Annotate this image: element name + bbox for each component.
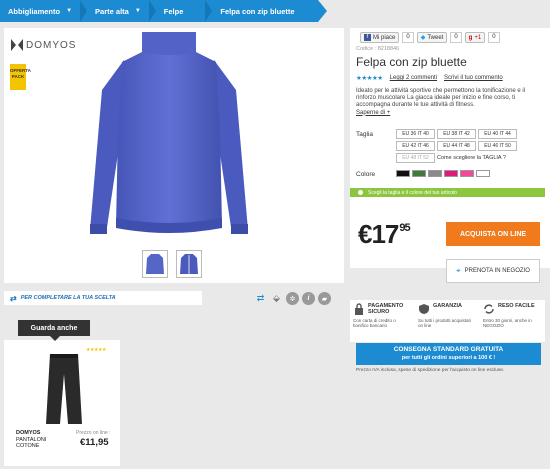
facebook-icon: f <box>364 34 371 41</box>
guarantee-warranty: GARANZIA Su tutti i prodotti acquistati … <box>418 303 471 329</box>
size-option-unavailable: EU 48 IT 52 <box>396 153 435 163</box>
brand-logo: DOMYOS <box>10 38 76 52</box>
size-selector: EU 36 IT 40 EU 38 IT 42 EU 40 IT 44 EU 4… <box>396 129 517 163</box>
color-swatch-grey[interactable] <box>428 170 442 177</box>
read-reviews-link[interactable]: Leggi 2 commenti <box>390 75 437 81</box>
reserve-in-store-button[interactable]: ⌖ PRENOTA IN NEGOZIO <box>446 259 540 283</box>
size-guide-link[interactable]: Come scegliere la TAGLIA ? <box>437 153 517 163</box>
tag-icon[interactable]: ⬙ <box>270 292 283 305</box>
guarantee-secure-payment: PAGAMENTO SICURO Con carta di credito o … <box>353 303 404 329</box>
color-swatch-white[interactable] <box>476 170 490 177</box>
google-plus-count: 0 <box>488 32 500 43</box>
product-page: Abbigliamento ▼ Parte alta ▼ Felpe Felpa… <box>0 0 550 469</box>
breadcrumb-item-current: Felpa con zip bluette <box>220 6 295 16</box>
breadcrumb-item-parte-alta[interactable]: Parte alta ▼ <box>87 0 149 22</box>
social-bar: f Mi piace 0 ◆ Tweet 0 g +1 0 <box>360 32 500 43</box>
free-shipping-banner[interactable]: CONSEGNA STANDARD GRATUITA per tutti gli… <box>356 343 541 365</box>
breadcrumb-end-arrow <box>318 0 327 22</box>
store-pin-icon: ⌖ <box>456 266 461 275</box>
chevron-down-icon: ▼ <box>134 8 141 14</box>
color-selector <box>396 170 490 177</box>
google-plus-button[interactable]: g +1 <box>464 32 486 43</box>
size-option[interactable]: EU 36 IT 40 <box>396 129 435 139</box>
color-swatch-pink[interactable] <box>460 170 474 177</box>
price-fine-print: Prezzo IVA inclusa, spese di spedizione … <box>356 368 505 373</box>
see-also-product-name[interactable]: DOMYOS PANTALONI COTONE <box>16 430 46 450</box>
thumbnail-strip <box>142 250 202 278</box>
return-arrows-icon <box>484 304 494 314</box>
product-title: Felpa con zip bluette <box>356 55 467 69</box>
guarantee-easy-return: RESO FACILE Entro 30 giorni, anche in NE… <box>483 303 535 329</box>
product-tools: ⇄ ⬙ ✲ i ▰ <box>254 292 331 305</box>
jacket-thumbnail-icon <box>146 254 164 274</box>
tweet-count: 0 <box>450 32 462 43</box>
lock-icon <box>355 303 363 315</box>
product-description: Ideato per le attività sportive che perm… <box>356 88 536 117</box>
offer-pack-badge: OFFERTA PACK <box>10 64 31 90</box>
breadcrumb-separator <box>80 0 88 22</box>
gear-icon[interactable]: ✲ <box>286 292 299 305</box>
product-main-image[interactable] <box>84 30 254 244</box>
thumbnail-front[interactable] <box>176 250 202 278</box>
product-image-panel: DOMYOS OFFERTA PACK <box>4 28 344 283</box>
complete-selection-bar[interactable]: ⇄ PER COMPLETARE LA TUA SCELTA <box>4 291 202 305</box>
domyos-logo-icon <box>11 39 23 51</box>
see-also-price-label: Prezzo on line : <box>76 430 111 436</box>
size-option[interactable]: EU 44 IT 48 <box>437 141 476 151</box>
see-also-tab[interactable]: Guarda anche <box>18 320 90 341</box>
product-price: €1795 <box>358 219 411 249</box>
breadcrumb-item-abbigliamento[interactable]: Abbigliamento ▼ <box>0 0 80 22</box>
google-plus-icon: g <box>468 34 473 41</box>
more-info-link[interactable]: Saperne di + <box>356 110 536 117</box>
comment-icon[interactable]: ▰ <box>318 292 331 305</box>
color-swatch-black[interactable] <box>396 170 410 177</box>
breadcrumb-item-felpe[interactable]: Felpe <box>156 0 206 22</box>
size-option[interactable]: EU 38 IT 42 <box>437 129 476 139</box>
size-option[interactable]: EU 46 IT 50 <box>478 141 517 151</box>
tweet-button[interactable]: ◆ Tweet <box>416 32 448 43</box>
rating-row: ★★★★★ Leggi 2 commenti Scrivi il tuo com… <box>356 74 503 82</box>
facebook-count: 0 <box>402 32 414 43</box>
buy-online-button[interactable]: ACQUISTA ON LINE <box>446 222 540 246</box>
info-icon[interactable]: i <box>302 292 315 305</box>
see-also-rating-stars-icon: ★★★★★ <box>86 347 106 353</box>
warranty-shield-icon <box>419 304 429 314</box>
breadcrumb-separator <box>148 0 156 22</box>
twitter-icon: ◆ <box>420 35 426 41</box>
color-swatch-magenta[interactable] <box>444 170 458 177</box>
rating-stars-icon: ★★★★★ <box>356 75 383 82</box>
selection-hint-bar: Scegli la taglia e il colore del tuo art… <box>350 188 545 197</box>
swap-arrows-icon: ⇄ <box>10 293 17 303</box>
size-label: Taglia <box>356 131 373 138</box>
breadcrumb-separator <box>205 0 213 22</box>
breadcrumb: Abbigliamento ▼ Parte alta ▼ Felpe Felpa… <box>0 0 327 22</box>
thumbnail-back[interactable] <box>142 250 168 278</box>
facebook-like-button[interactable]: f Mi piace <box>360 32 400 43</box>
color-swatch-green[interactable] <box>412 170 426 177</box>
jacket-thumbnail-icon <box>180 254 198 274</box>
product-code: Codice : 8218846 <box>356 46 400 52</box>
chevron-down-icon: ▼ <box>66 8 73 14</box>
see-also-price: €11,95 <box>80 437 109 448</box>
guarantees-panel: PAGAMENTO SICURO Con carta di credito o … <box>350 300 545 342</box>
write-review-link[interactable]: Scrivi il tuo commento <box>444 75 503 81</box>
size-option[interactable]: EU 42 IT 46 <box>396 141 435 151</box>
see-also-product-image[interactable] <box>44 352 84 426</box>
compare-arrows-icon[interactable]: ⇄ <box>254 292 267 305</box>
size-option[interactable]: EU 40 IT 44 <box>478 129 517 139</box>
color-label: Colore <box>356 171 376 178</box>
